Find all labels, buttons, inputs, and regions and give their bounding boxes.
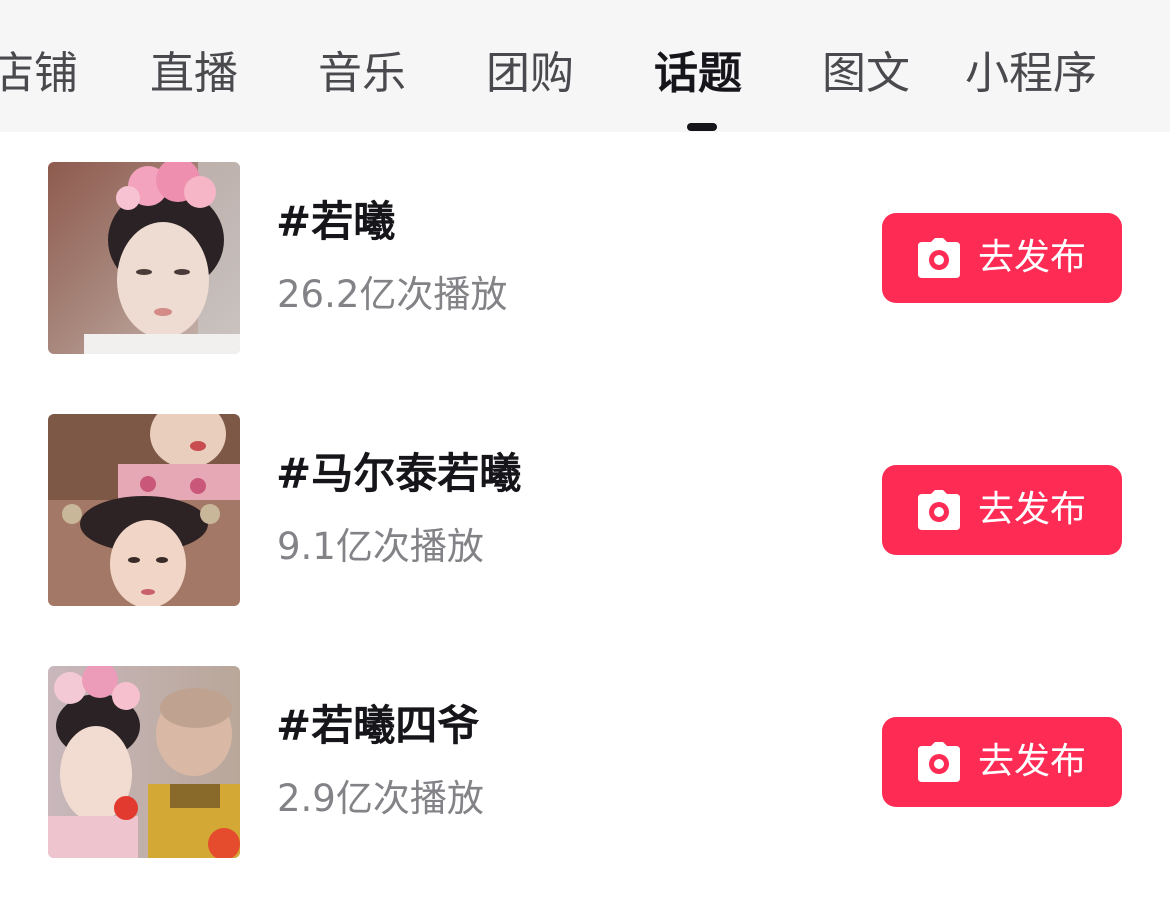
tab-shop[interactable]: 店铺 (0, 44, 78, 104)
active-tab-indicator (687, 123, 717, 131)
camera-icon (918, 238, 960, 278)
tab-bar: 店铺 直播 音乐 团购 话题 图文 小程序 (0, 0, 1170, 132)
tab-group-buy[interactable]: 团购 (486, 44, 574, 104)
play-count: 26.2亿次播放 (277, 273, 508, 316)
tab-image-text[interactable]: 图文 (822, 44, 910, 104)
topic-row[interactable]: #若曦 26.2亿次播放 去发布 (0, 162, 1170, 354)
topic-title[interactable]: #若曦四爷 (276, 700, 479, 752)
topic-thumbnail[interactable] (48, 162, 240, 354)
tab-live[interactable]: 直播 (150, 44, 238, 104)
topic-thumbnail[interactable] (48, 666, 240, 858)
tab-topics[interactable]: 话题 (654, 44, 742, 104)
topic-row[interactable]: #马尔泰若曦 9.1亿次播放 去发布 (0, 414, 1170, 606)
publish-button[interactable]: 去发布 (882, 717, 1122, 807)
topic-thumbnail[interactable] (48, 414, 240, 606)
topic-title[interactable]: #马尔泰若曦 (276, 448, 521, 500)
topic-row[interactable]: #若曦四爷 2.9亿次播放 去发布 (0, 666, 1170, 858)
publish-button-label: 去发布 (978, 237, 1087, 278)
publish-button[interactable]: 去发布 (882, 465, 1122, 555)
publish-button[interactable]: 去发布 (882, 213, 1122, 303)
topic-title[interactable]: #若曦 (276, 196, 395, 248)
play-count: 2.9亿次播放 (277, 777, 484, 820)
camera-icon (918, 490, 960, 530)
tab-music[interactable]: 音乐 (318, 44, 406, 104)
tab-mini-program[interactable]: 小程序 (965, 44, 1097, 104)
publish-button-label: 去发布 (978, 489, 1087, 530)
camera-icon (918, 742, 960, 782)
play-count: 9.1亿次播放 (277, 525, 484, 568)
publish-button-label: 去发布 (978, 741, 1087, 782)
